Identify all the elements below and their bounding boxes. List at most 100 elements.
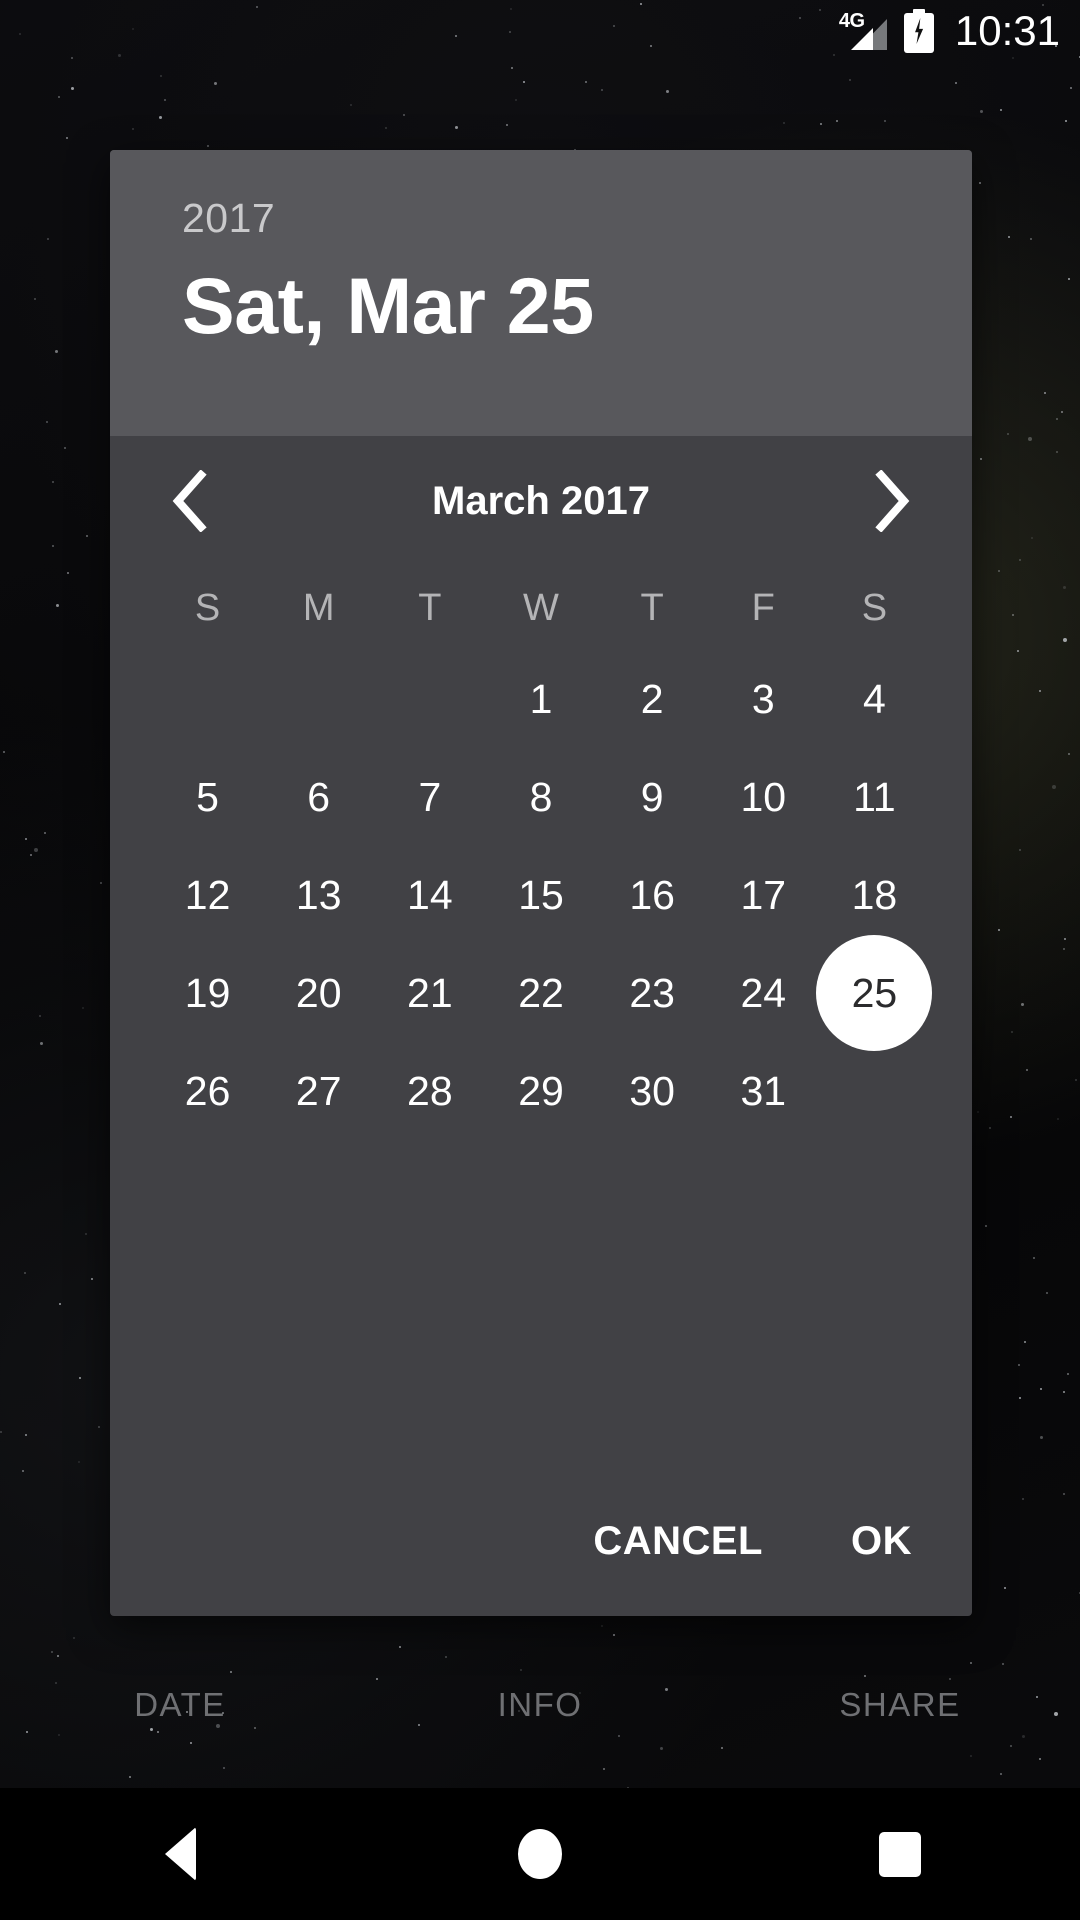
calendar-day-label: 3 [751,675,775,722]
calendar-week-row: 12 13 14 15 16 17 18 [152,846,930,944]
calendar-weeks: 1 2 3 4 5 6 7 8 9 10 11 12 13 14 15 16 17 18 19 20 21 22 23 24 2… [152,650,933,1140]
back-button[interactable] [0,1827,360,1881]
android-navigation-bar [0,1788,1080,1920]
cancel-button[interactable]: CANCEL [589,1509,767,1574]
ok-button[interactable]: OK [847,1509,916,1574]
selected-year-label[interactable]: 2017 [182,198,972,239]
bottom-tab-bar: DATE INFO SHARE [0,1660,1080,1750]
calendar-day-label: 19 [184,969,231,1016]
calendar-day-label: 18 [851,871,898,918]
calendar-day-8[interactable]: 8 [485,748,596,846]
calendar-day-label: 11 [853,773,896,820]
calendar-day-label: 23 [629,969,675,1016]
calendar-day-label: 25 [851,969,898,1016]
calendar-day-22[interactable]: 22 [485,944,596,1042]
tab-info[interactable]: INFO [360,1686,720,1724]
home-circle-icon [518,1829,562,1879]
calendar-day-label: 21 [407,969,453,1016]
calendar-day-2[interactable]: 2 [597,650,708,748]
calendar-day-31[interactable]: 31 [708,1042,819,1140]
calendar-day-empty [152,650,263,748]
calendar-day-label: 30 [629,1067,675,1114]
calendar-grid: S M T W T F S 1 2 3 4 5 6 7 8 9 10 11 12 13 14 15 16 17 1… [110,566,972,1140]
date-picker-dialog: 2017 Sat, Mar 25 March 2017 S M T W T F … [110,150,972,1616]
month-year-label: March 2017 [432,478,650,523]
date-picker-body: March 2017 S M T W T F S 1 2 3 4 5 6 7 8 9 10 [110,436,972,1140]
selected-date-label[interactable]: Sat, Mar 25 [182,262,972,350]
dialog-action-bar: CANCEL OK [110,1466,972,1616]
calendar-day-label: 28 [407,1067,453,1114]
chevron-left-icon[interactable] [152,464,226,538]
calendar-day-label: 17 [740,871,787,918]
date-picker-header: 2017 Sat, Mar 25 [110,150,972,436]
calendar-day-label: 12 [184,871,231,918]
signal-bars-icon: 4G [839,11,887,50]
calendar-day-label: 31 [740,1067,787,1114]
month-navigation: March 2017 [110,436,972,566]
calendar-day-6[interactable]: 6 [263,748,374,846]
calendar-day-label: 24 [740,969,787,1016]
calendar-day-label: 2 [640,675,664,722]
chevron-right-icon[interactable] [856,464,930,538]
recents-button[interactable] [720,1831,1080,1877]
calendar-day-label: 9 [640,773,664,820]
calendar-day-29[interactable]: 29 [485,1042,596,1140]
calendar-day-7[interactable]: 7 [374,748,485,846]
calendar-day-13[interactable]: 13 [263,846,374,944]
calendar-day-23[interactable]: 23 [597,944,708,1042]
calendar-day-30[interactable]: 30 [597,1042,708,1140]
calendar-day-20[interactable]: 20 [263,944,374,1042]
recents-square-icon [879,1831,921,1877]
calendar-day-label: 7 [418,773,442,820]
calendar-day-11[interactable]: 11 [819,748,930,846]
signal-triangle-filled [850,28,873,50]
calendar-day-label: 1 [529,675,553,722]
calendar-day-label: 22 [518,969,564,1016]
calendar-day-label: 10 [740,773,787,820]
calendar-day-5[interactable]: 5 [152,748,263,846]
calendar-week-row: 5 6 7 8 9 10 11 [152,748,930,846]
calendar-day-21[interactable]: 21 [374,944,485,1042]
calendar-day-18[interactable]: 18 [819,846,930,944]
weekday-sat: S [861,586,888,629]
calendar-day-15[interactable]: 15 [485,846,596,944]
calendar-day-label: 26 [184,1067,231,1114]
weekday-tue: T [418,586,442,629]
calendar-day-10[interactable]: 10 [708,748,819,846]
calendar-day-14[interactable]: 14 [374,846,485,944]
calendar-day-27[interactable]: 27 [263,1042,374,1140]
calendar-day-26[interactable]: 26 [152,1042,263,1140]
tab-date[interactable]: DATE [0,1686,360,1724]
weekday-header-row: S M T W T F S [152,566,930,650]
calendar-week-row: 19 20 21 22 23 24 25 [152,935,933,1051]
home-button[interactable] [360,1829,720,1879]
calendar-day-17[interactable]: 17 [708,846,819,944]
calendar-day-4[interactable]: 4 [819,650,930,748]
phone-screen: 4G 10:31 DATE INFO SHARE 2017 Sat, Mar 2… [0,0,1080,1920]
status-bar: 4G 10:31 [0,0,1080,62]
weekday-thu: T [640,586,664,629]
calendar-day-24[interactable]: 24 [708,944,819,1042]
calendar-day-label: 16 [629,871,675,918]
calendar-day-empty [819,1042,930,1140]
calendar-day-empty [374,650,485,748]
calendar-day-9[interactable]: 9 [597,748,708,846]
weekday-mon: M [302,586,335,629]
calendar-day-12[interactable]: 12 [152,846,263,944]
calendar-day-19[interactable]: 19 [152,944,263,1042]
weekday-wed: W [523,586,559,629]
calendar-day-28[interactable]: 28 [374,1042,485,1140]
calendar-week-row: 1 2 3 4 [152,650,930,748]
calendar-day-1[interactable]: 1 [485,650,596,748]
tab-share[interactable]: SHARE [720,1686,1080,1724]
calendar-day-empty [263,650,374,748]
calendar-day-16[interactable]: 16 [597,846,708,944]
calendar-day-label: 13 [295,871,342,918]
calendar-day-label: 6 [307,773,331,820]
calendar-day-label: 8 [529,773,553,820]
calendar-week-row: 26 27 28 29 30 31 [152,1042,930,1140]
calendar-day-25[interactable]: 25 [816,935,933,1051]
calendar-day-3[interactable]: 3 [708,650,819,748]
weekday-fri: F [751,586,775,629]
calendar-day-label: 4 [863,675,886,722]
